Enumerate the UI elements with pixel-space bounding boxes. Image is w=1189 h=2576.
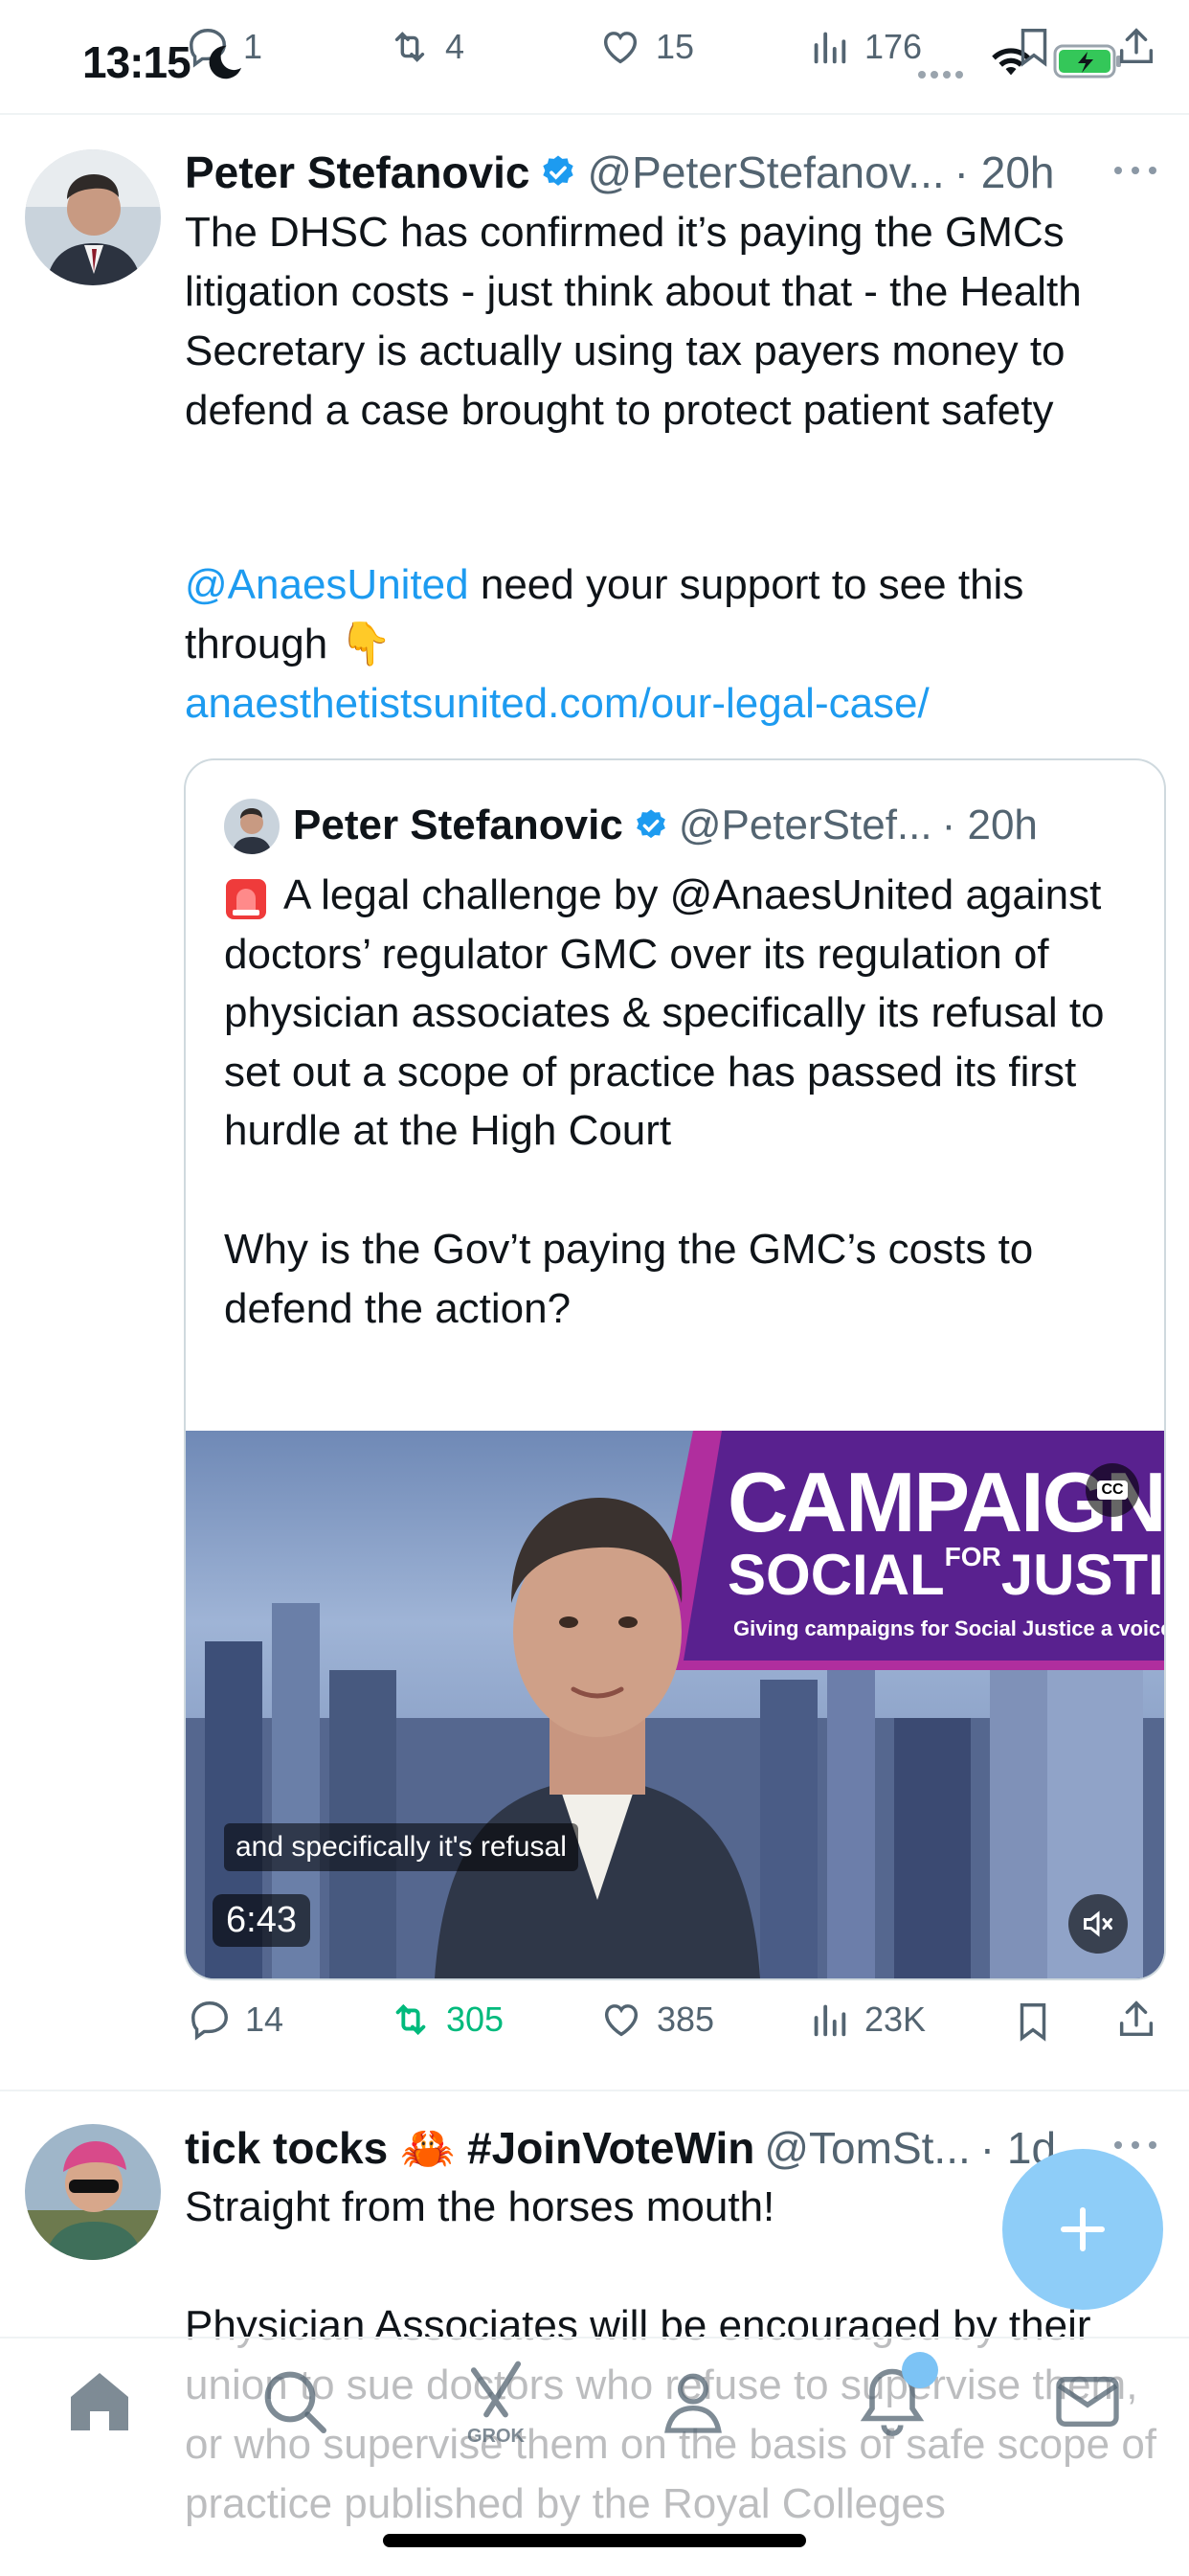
signal-dots-icon xyxy=(917,67,965,79)
verified-badge-icon xyxy=(636,809,665,839)
quoted-text-question: Why is the Gov’t paying the GMC’s costs … xyxy=(224,1226,1045,1332)
grok-tab[interactable]: GROK xyxy=(458,2358,534,2447)
author-handle[interactable]: @PeterStefanov... xyxy=(587,147,944,198)
heart-icon xyxy=(604,2004,639,2037)
heart-icon xyxy=(603,32,638,64)
plus-icon xyxy=(1061,2207,1105,2251)
external-link[interactable]: anaesthetistsunited.com/our-legal-case/ xyxy=(185,674,1161,734)
grok-label: GROK xyxy=(467,2426,525,2447)
quoted-timestamp: · 20h xyxy=(941,802,1038,848)
like-count: 15 xyxy=(656,27,695,66)
banner-subtitle: SOCIALFORJUSTICE xyxy=(728,1542,1164,1608)
author-name[interactable]: Peter Stefanovic xyxy=(185,147,529,198)
repost-count: 4 xyxy=(445,27,465,66)
like-button[interactable]: 385 xyxy=(599,1998,714,2042)
views-icon xyxy=(814,2004,846,2037)
banner-tagline: Giving campaigns for Social Justice a vo… xyxy=(733,1616,1164,1640)
speaker-muted-icon xyxy=(1084,1910,1112,1937)
quoted-header: Peter Stefanovic @PeterStef... · 20h xyxy=(293,797,1155,854)
cc-icon: CC xyxy=(1097,1480,1128,1500)
reply-count: 1 xyxy=(243,27,263,66)
search-icon[interactable] xyxy=(257,2363,333,2440)
views-icon xyxy=(814,32,846,64)
messages-icon[interactable] xyxy=(1049,2363,1126,2440)
like-count: 385 xyxy=(657,2000,715,2039)
bookmark-icon[interactable] xyxy=(1015,25,1053,69)
banner-subtitle-b: JUSTICE xyxy=(1000,1543,1164,1607)
verified-badge-icon xyxy=(543,155,574,186)
reply-icon xyxy=(191,2001,228,2041)
quoted-author-name: Peter Stefanovic xyxy=(293,802,623,848)
compose-button[interactable] xyxy=(1002,2149,1163,2310)
author-name[interactable]: tick tocks 🦀 #JoinVoteWin xyxy=(185,2122,754,2175)
tweet-header: tick tocks 🦀 #JoinVoteWin @TomSt... · 1d xyxy=(185,2118,1142,2178)
home-icon[interactable] xyxy=(61,2363,138,2440)
notifications-tab[interactable] xyxy=(852,2352,938,2442)
more-options-icon[interactable] xyxy=(1112,2137,1158,2153)
video-caption: and specifically it's refusal xyxy=(224,1823,578,1871)
video-duration: 6:43 xyxy=(213,1894,310,1947)
like-button[interactable]: 15 xyxy=(598,25,694,69)
notification-badge xyxy=(902,2352,938,2388)
repost-icon xyxy=(394,32,425,62)
tweet-text-cta: @AnaesUnited need your support to see th… xyxy=(185,555,1161,674)
timestamp[interactable]: · 20h xyxy=(954,147,1055,198)
views-button[interactable]: 176 xyxy=(807,25,922,69)
tweet-header: Peter Stefanovic @PeterStefanov... · 20h xyxy=(185,144,1161,201)
author-handle[interactable]: @TomSt... xyxy=(764,2122,970,2174)
avatar[interactable] xyxy=(25,149,161,285)
more-options-icon[interactable] xyxy=(1112,163,1158,178)
reply-button[interactable]: 14 xyxy=(188,1998,283,2042)
views-button[interactable]: 23K xyxy=(807,1998,926,2042)
banner-subtitle-for: FOR xyxy=(944,1542,1001,1571)
tweet[interactable]: Peter Stefanovic @PeterStefanov... · 20h… xyxy=(0,115,1189,2086)
home-indicator xyxy=(383,2534,806,2547)
views-count: 23K xyxy=(864,2000,927,2039)
status-time: 13:15 xyxy=(82,37,191,87)
repost-button[interactable]: 305 xyxy=(389,1998,504,2042)
grok-icon xyxy=(470,2361,522,2418)
captions-button[interactable]: CC xyxy=(1086,1463,1139,1517)
tweet-text: Straight from the horses mouth! xyxy=(185,2183,775,2230)
focus-moon-icon xyxy=(209,45,242,79)
quoted-tweet[interactable]: Peter Stefanovic @PeterStef... · 20h A l… xyxy=(184,758,1166,1980)
mute-button[interactable] xyxy=(1068,1894,1128,1954)
presenter-figure xyxy=(435,1498,760,1978)
repost-button[interactable]: 4 xyxy=(388,25,464,69)
pointing-down-emoji: 👇 xyxy=(339,621,393,667)
quoted-text: A legal challenge by @AnaesUnited agains… xyxy=(224,871,1116,1154)
quoted-author-handle: @PeterStef... xyxy=(678,802,932,848)
bookmark-icon[interactable] xyxy=(1013,2000,1053,2044)
avatar[interactable] xyxy=(25,2124,161,2260)
share-icon[interactable] xyxy=(1114,25,1158,69)
battery-icon xyxy=(1053,44,1122,79)
communities-icon[interactable] xyxy=(655,2363,731,2440)
share-icon[interactable] xyxy=(1114,1998,1158,2042)
repost-count: 305 xyxy=(446,2000,505,2039)
repost-icon xyxy=(395,2003,426,2036)
tweet-text: The DHSC has confirmed it’s paying the G… xyxy=(185,209,1093,434)
reply-count: 14 xyxy=(245,2000,284,2039)
video-player[interactable]: CAMPAIGN SOCIALFORJUSTICE Giving campaig… xyxy=(186,1431,1164,1978)
mention-link[interactable]: @AnaesUnited xyxy=(185,561,469,608)
quoted-avatar xyxy=(224,799,280,854)
views-count: 176 xyxy=(864,27,923,66)
